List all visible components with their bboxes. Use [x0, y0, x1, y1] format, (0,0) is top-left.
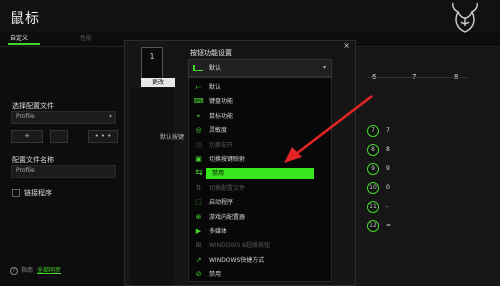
- default-icon: [193, 65, 203, 71]
- function-option[interactable]: ▣ 切换按键映射: [189, 154, 331, 165]
- function-option[interactable]: ⟝ 默认: [189, 82, 331, 93]
- function-option-label: 鼠标功能: [209, 112, 234, 120]
- link-program-label: 链接程序: [24, 189, 52, 197]
- key-button-7[interactable]: 7: [367, 125, 379, 137]
- tab-customize[interactable]: 自定义: [10, 33, 28, 42]
- active-tab-indicator: [8, 43, 40, 45]
- button-thumbnail: 1: [141, 47, 163, 81]
- swap-icon: ⇆: [195, 168, 203, 179]
- header-divider: [368, 77, 468, 78]
- profile-name-field[interactable]: Profile: [11, 165, 116, 178]
- function-option-label: 默认: [209, 84, 222, 91]
- function-option[interactable]: ⊞ WINDOWS 8超级按钮: [189, 240, 331, 251]
- key-button-9[interactable]: 9: [367, 163, 379, 175]
- tab-performance[interactable]: 性能: [80, 33, 92, 42]
- key-button-10[interactable]: 10: [367, 182, 379, 194]
- razer-logo-icon: [452, 2, 478, 33]
- function-option[interactable]: ⬚ 启动程序: [189, 197, 331, 208]
- key-binding-value: 7: [386, 127, 390, 134]
- key-binding-value: =: [386, 222, 392, 229]
- close-icon[interactable]: ×: [343, 41, 350, 50]
- function-option-label: 禁用: [209, 271, 222, 279]
- function-option-label: 启动程序: [209, 199, 234, 207]
- sync-all-link[interactable]: 全部同步: [37, 267, 61, 274]
- function-option[interactable]: ⌨ 键盘功能: [189, 96, 331, 107]
- function-option-label: 禁用: [212, 170, 225, 178]
- function-option[interactable]: ▶ 多媒体: [189, 226, 331, 237]
- function-option-label: WINDOWS快捷方式: [209, 256, 265, 264]
- key-binding-value: 9: [386, 165, 390, 172]
- function-option[interactable]: ↗ WINDOWS快捷方式: [189, 255, 331, 266]
- function-option[interactable]: 禁用: [206, 168, 314, 180]
- function-option-label: 灵敏度: [209, 127, 228, 135]
- function-option-label: 键盘功能: [209, 98, 234, 106]
- chroma-icon: ⊕: [195, 212, 202, 221]
- profile-select-label: 选择配置文件: [12, 102, 54, 110]
- chevron-down-icon: ▾: [108, 113, 112, 120]
- profile-name-label: 配置文件名称: [12, 156, 54, 164]
- link-program-checkbox[interactable]: [12, 189, 20, 197]
- bottom-bar: ? 指南 全部同步: [10, 265, 61, 275]
- switch-key-icon: ▣: [195, 155, 202, 163]
- guide-text: 指南: [21, 267, 34, 274]
- app-title: 鼠标: [10, 11, 40, 27]
- disable-icon: ⊘: [195, 270, 202, 279]
- key-binding-value: 8: [386, 146, 390, 153]
- function-option[interactable]: ⊘ 禁用: [189, 269, 331, 280]
- function-option-label: 切换配置文件: [209, 184, 246, 192]
- delete-profile-button[interactable]: [50, 130, 68, 143]
- default-icon: ⟝: [195, 83, 202, 91]
- keypad-header: 6 7 8: [340, 73, 500, 83]
- profile-name-value: Profile: [16, 167, 35, 174]
- switch-profile-icon: ⇅: [195, 183, 202, 192]
- keyboard-icon: ⌨: [193, 97, 204, 106]
- function-option-label: 游戏内配置器: [209, 213, 246, 221]
- function-option[interactable]: ⊕ 游戏内配置器: [189, 212, 331, 223]
- default-key-label: 默认按键: [160, 134, 185, 141]
- add-profile-button[interactable]: +: [11, 130, 43, 143]
- key-button-11[interactable]: 11: [367, 201, 379, 213]
- profile-select-value: Profile: [16, 113, 35, 120]
- function-option-label: 切换宏开: [209, 141, 234, 149]
- dialog-left-pane: [130, 89, 174, 285]
- windows-icon: ⊞: [195, 241, 202, 250]
- function-dropdown-list: ⟝ 默认 ⌨ 键盘功能 ⌖ 鼠标功能 ◎ 灵敏度 ◷ 切换宏开 ▣ 切换按键映射 ⇆ 禁用 ⇅ 切换配置文件 ⬚…: [188, 77, 332, 282]
- keypad-panel: 6 7 8 7 7 8 8 9 9 10 0 11 - 12 =: [340, 47, 500, 286]
- function-option-label: 切换按键映射: [209, 156, 246, 163]
- key-button-8[interactable]: 8: [367, 144, 379, 156]
- help-icon[interactable]: ?: [10, 267, 18, 275]
- function-option-label: 多媒体: [209, 228, 228, 235]
- function-option[interactable]: ⌖ 鼠标功能: [189, 111, 331, 122]
- profile-select[interactable]: Profile ▾: [11, 111, 116, 124]
- function-select-value: 默认: [209, 65, 222, 72]
- key-button-12[interactable]: 12: [367, 220, 379, 232]
- more-options-button[interactable]: • • •: [88, 130, 118, 143]
- function-option[interactable]: ◎ 灵敏度: [189, 125, 331, 136]
- multimedia-icon: ▶: [195, 227, 202, 235]
- mouse-icon: ⌖: [196, 111, 201, 120]
- key-binding-value: 0: [386, 184, 390, 191]
- button-function-title: 按钮功能设置: [190, 49, 232, 57]
- function-option-label: WINDOWS 8超级按钮: [209, 242, 270, 250]
- change-button[interactable]: 更改: [141, 78, 175, 87]
- macro-icon: ◷: [195, 140, 202, 149]
- function-select[interactable]: 默认 ▾: [188, 59, 332, 77]
- title-bar: 鼠标: [0, 0, 500, 33]
- key-binding-value: -: [386, 203, 389, 210]
- function-option[interactable]: ◷ 切换宏开: [189, 140, 331, 151]
- shortcut-icon: ↗: [195, 255, 202, 264]
- launch-icon: ⬚: [195, 198, 202, 207]
- chevron-down-icon: ▾: [322, 64, 326, 71]
- sensitivity-icon: ◎: [195, 126, 202, 135]
- function-option[interactable]: ⇅ 切换配置文件: [189, 183, 331, 194]
